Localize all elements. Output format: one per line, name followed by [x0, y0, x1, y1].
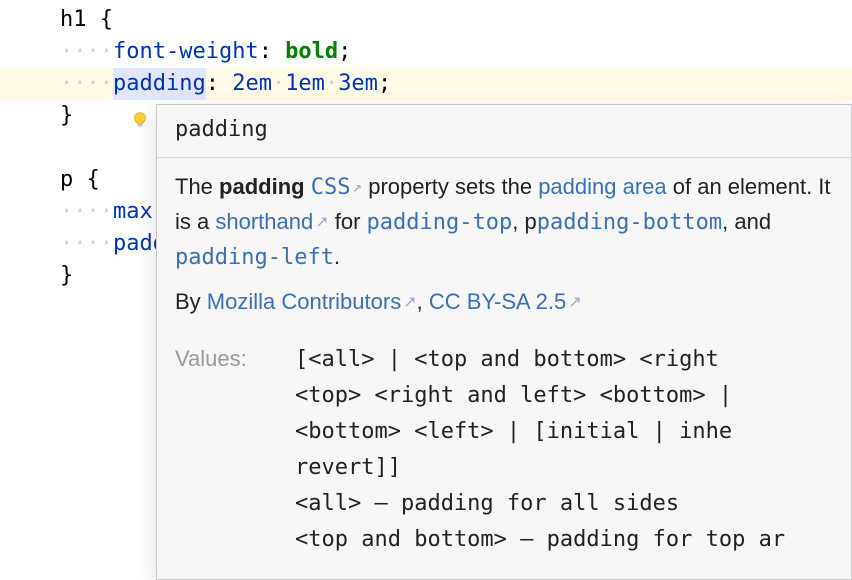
external-link-icon: ↗: [568, 294, 581, 311]
indent-guide: ····: [60, 68, 113, 100]
link-padding-left[interactable]: padding-left: [175, 245, 334, 270]
value-1em: 1em: [285, 68, 325, 100]
value-bold: bold: [272, 36, 338, 68]
link-shorthand[interactable]: shorthand↗: [215, 209, 328, 234]
indent-guide: ····: [60, 196, 113, 228]
colon: :: [206, 68, 219, 100]
popup-values-section: Values: [<all> | <top and bottom> <right…: [157, 338, 851, 558]
code-line[interactable]: h1 {: [0, 4, 852, 36]
link-mozilla-contributors[interactable]: Mozilla Contributors↗: [207, 289, 417, 314]
popup-body: The padding CSS↗ property sets the paddi…: [157, 158, 851, 338]
semicolon: ;: [378, 68, 391, 100]
colon: :: [259, 36, 272, 68]
property-padding: padding: [113, 68, 206, 100]
space-dot: ·: [272, 68, 285, 100]
values-text: [<all> | <top and bottom> <right <top> <…: [295, 342, 785, 558]
popup-paragraph: The padding CSS↗ property sets the paddi…: [175, 170, 833, 275]
brace-open: {: [73, 164, 100, 196]
popup-attribution: By Mozilla Contributors↗, CC BY-SA 2.5↗: [175, 285, 833, 320]
value-2em: 2em: [219, 68, 272, 100]
documentation-popup[interactable]: padding The padding CSS↗ property sets t…: [156, 104, 852, 580]
brace-close: }: [60, 260, 73, 292]
link-cc-license[interactable]: CC BY-SA 2.5↗: [429, 289, 582, 314]
code-line-active[interactable]: ···· padding : 2em · 1em · 3em ;: [0, 68, 852, 100]
code-line[interactable]: ···· font-weight : bold ;: [0, 36, 852, 68]
selector-p: p: [60, 164, 73, 196]
space-dot: ·: [325, 68, 338, 100]
link-padding-bottom[interactable]: padding-bottom: [537, 210, 722, 235]
gutter: [8, 75, 60, 93]
external-link-icon: ↗: [352, 177, 362, 196]
semicolon: ;: [338, 36, 351, 68]
indent-guide: ····: [60, 36, 113, 68]
link-padding-area[interactable]: padding area: [538, 174, 666, 199]
brace-open: {: [87, 4, 114, 36]
popup-title: padding: [157, 105, 851, 158]
property-name-strong: padding: [219, 174, 305, 199]
values-label: Values:: [175, 342, 295, 558]
property-font-weight: font-weight: [113, 36, 259, 68]
external-link-icon: ↗: [315, 214, 328, 231]
indent-guide: ····: [60, 228, 113, 260]
external-link-icon: ↗: [403, 294, 416, 311]
lightbulb-icon[interactable]: [25, 75, 43, 93]
selector-h1: h1: [60, 4, 87, 36]
link-padding-top[interactable]: padding-top: [367, 210, 513, 235]
brace-close: }: [60, 100, 73, 132]
link-css[interactable]: CSS↗: [311, 175, 362, 200]
value-3em: 3em: [338, 68, 378, 100]
